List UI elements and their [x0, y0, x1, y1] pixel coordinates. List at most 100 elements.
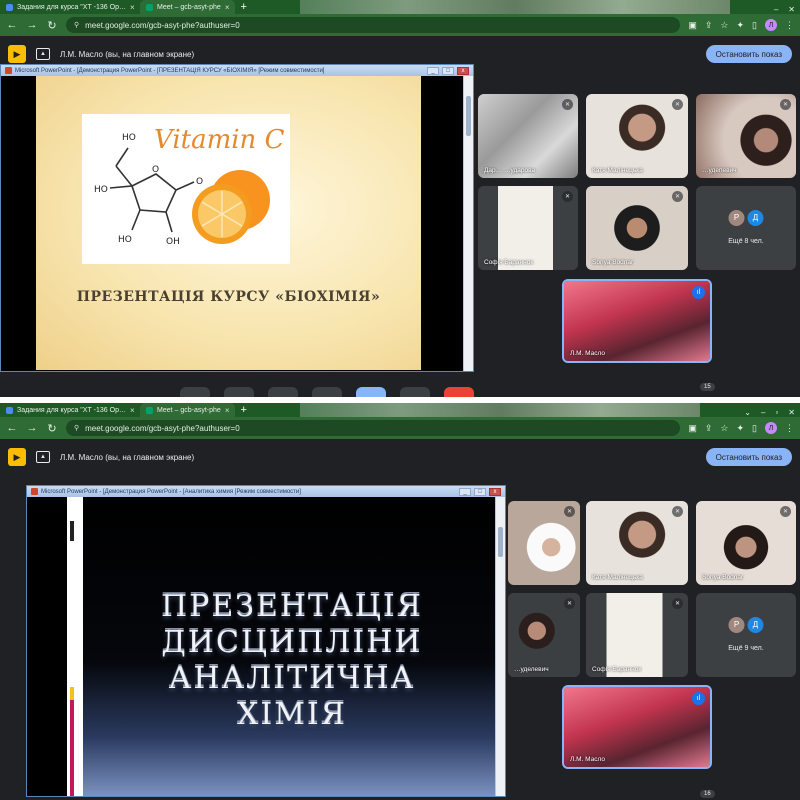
self-tile[interactable]: ıl Л.М. Масло: [562, 685, 712, 769]
participant-tile[interactable]: ✕ Софія Бараннок: [586, 593, 688, 677]
profile-avatar[interactable]: Л: [765, 19, 777, 31]
profile-avatar[interactable]: Л: [765, 422, 777, 434]
stop-presenting-button[interactable]: Остановить показ: [705, 448, 792, 466]
participant-tile[interactable]: ✕ Sonya Bodnar: [586, 186, 688, 270]
tab-meet[interactable]: Meet – gcb-asyt-phe ×: [140, 0, 236, 14]
classroom-icon: [6, 406, 13, 414]
extensions-icon[interactable]: ✦: [737, 423, 745, 434]
participant-tile[interactable]: ✕ Дар… …ударова: [478, 94, 578, 178]
vertical-scrollbar[interactable]: [463, 76, 473, 371]
avatar: Р: [728, 209, 745, 226]
close-tab-icon[interactable]: ×: [130, 3, 135, 12]
participants-count-badge: 15: [700, 383, 715, 391]
leave-call-button[interactable]: [444, 387, 474, 397]
mic-off-icon: ✕: [780, 506, 791, 517]
tab-course-tasks[interactable]: Задания для курса "ХТ -136 Ор… ×: [0, 0, 140, 14]
share-icon[interactable]: ⇪: [705, 20, 713, 31]
reload-icon[interactable]: ↻: [46, 19, 58, 32]
close-button[interactable]: x: [489, 487, 501, 496]
share-icon[interactable]: ⇪: [705, 423, 713, 434]
participant-tile[interactable]: ✕ …уделевич: [508, 593, 580, 677]
close-window-icon[interactable]: ✕: [783, 408, 800, 417]
meet-logo-icon: ▶: [8, 448, 26, 466]
blurred-tabs: [300, 0, 730, 14]
raise-hand-button[interactable]: [400, 387, 430, 397]
back-icon[interactable]: ←: [6, 422, 18, 434]
forward-icon[interactable]: →: [26, 19, 38, 31]
minimize-icon[interactable]: –: [769, 5, 783, 14]
video-feed: [564, 281, 710, 361]
present-button[interactable]: [356, 387, 386, 397]
more-participants-tile[interactable]: Р Д Ещё 8 чел.: [696, 186, 796, 270]
participant-tile[interactable]: ✕ Катя Малінецька: [586, 94, 688, 178]
mic-off-icon: ✕: [672, 99, 683, 110]
camera-icon[interactable]: ▣: [688, 423, 697, 434]
svg-text:HO: HO: [122, 133, 136, 143]
mic-off-icon: ✕: [562, 191, 573, 202]
extensions-icon[interactable]: ✦: [737, 20, 745, 31]
close-window-icon[interactable]: ✕: [783, 5, 800, 14]
more-participants-tile[interactable]: Р Д Ещё 9 чел.: [696, 593, 796, 677]
participant-tile[interactable]: ✕: [508, 501, 580, 585]
close-tab-icon[interactable]: ×: [225, 406, 230, 415]
mic-button[interactable]: [180, 387, 210, 397]
maximize-button[interactable]: □: [474, 487, 486, 496]
site-info-icon[interactable]: ⚲: [74, 21, 79, 29]
powerpoint-title: Microsoft PowerPoint - [Демонстрация Pow…: [15, 67, 325, 74]
close-tab-icon[interactable]: ×: [130, 406, 135, 415]
minimize-button[interactable]: _: [459, 487, 471, 496]
tab-strip: Задания для курса "ХТ -136 Ор… × Meet – …: [0, 403, 800, 417]
minimize-icon[interactable]: –: [756, 408, 770, 417]
close-button[interactable]: x: [457, 66, 469, 75]
minimize-button[interactable]: _: [427, 66, 439, 75]
close-tab-icon[interactable]: ×: [225, 3, 230, 12]
participant-tile[interactable]: ✕ Sonya Bodnar: [696, 501, 796, 585]
stop-presenting-button[interactable]: Остановить показ: [705, 45, 792, 63]
participant-tile[interactable]: ✕ …удепевич: [696, 94, 796, 178]
powerpoint-titlebar: Microsoft PowerPoint - [Демонстрация Pow…: [1, 65, 473, 76]
menu-icon[interactable]: ⋮: [785, 423, 794, 434]
vitamin-c-molecule-and-orange-icon: Vitamin C HO HO O OH HO O: [94, 125, 285, 247]
participants-count-badge: 16: [700, 790, 715, 798]
new-tab-button[interactable]: +: [235, 403, 251, 417]
powerpoint-titlebar: Microsoft PowerPoint - [Демонстрация Pow…: [27, 486, 505, 497]
more-participants-count: Ещё 8 чел.: [728, 238, 764, 246]
participant-tile[interactable]: ✕ Софія Бараннок: [478, 186, 578, 270]
tab-meet[interactable]: Meet – gcb-asyt-phe ×: [140, 403, 236, 417]
tab-label: Задания для курса "ХТ -136 Ор…: [17, 3, 126, 11]
presenting-status: Л.М. Масло (вы, на главном экране): [60, 452, 195, 462]
tab-course-tasks[interactable]: Задания для курса "ХТ -136 Ор… ×: [0, 403, 140, 417]
participant-tile[interactable]: ✕ Катя Малінецька: [586, 501, 688, 585]
maximize-icon[interactable]: ▫: [770, 408, 783, 417]
menu-icon[interactable]: ⋮: [785, 20, 794, 31]
mic-off-icon: ✕: [672, 191, 683, 202]
participant-name: Катя Малінецька: [592, 574, 643, 581]
reload-icon[interactable]: ↻: [46, 422, 58, 435]
bookmark-star-icon[interactable]: ☆: [720, 423, 728, 434]
url-field[interactable]: ⚲ meet.google.com/gcb-asyt-phe?authuser=…: [66, 17, 681, 33]
mic-off-icon: ✕: [564, 506, 575, 517]
mic-off-icon: ✕: [672, 506, 683, 517]
url-field[interactable]: ⚲ meet.google.com/gcb-asyt-phe?authuser=…: [66, 420, 681, 436]
camera-button[interactable]: [224, 387, 254, 397]
slide-title-line: ДИСЦИПЛІНИ: [161, 625, 423, 660]
vertical-scrollbar[interactable]: [495, 497, 505, 796]
bookmark-star-icon[interactable]: ☆: [720, 20, 728, 31]
reactions-button[interactable]: [312, 387, 342, 397]
self-tile[interactable]: ıl Л.М. Масло: [562, 279, 712, 363]
chevron-down-icon[interactable]: ⌄: [739, 408, 756, 417]
participant-name: Л.М. Масло: [570, 756, 605, 763]
back-icon[interactable]: ←: [6, 19, 18, 31]
forward-icon[interactable]: →: [26, 422, 38, 434]
new-tab-button[interactable]: +: [235, 0, 251, 14]
scroll-thumb[interactable]: [466, 96, 471, 136]
sidepanel-icon[interactable]: ▯: [752, 423, 757, 434]
scroll-thumb[interactable]: [498, 527, 503, 557]
participant-name: Sonya Bodnar: [702, 574, 744, 581]
maximize-button[interactable]: □: [442, 66, 454, 75]
powerpoint-window: Microsoft PowerPoint - [Демонстрация Pow…: [26, 485, 506, 797]
site-info-icon[interactable]: ⚲: [74, 424, 79, 432]
camera-icon[interactable]: ▣: [688, 20, 697, 31]
captions-button[interactable]: [268, 387, 298, 397]
sidepanel-icon[interactable]: ▯: [752, 20, 757, 31]
